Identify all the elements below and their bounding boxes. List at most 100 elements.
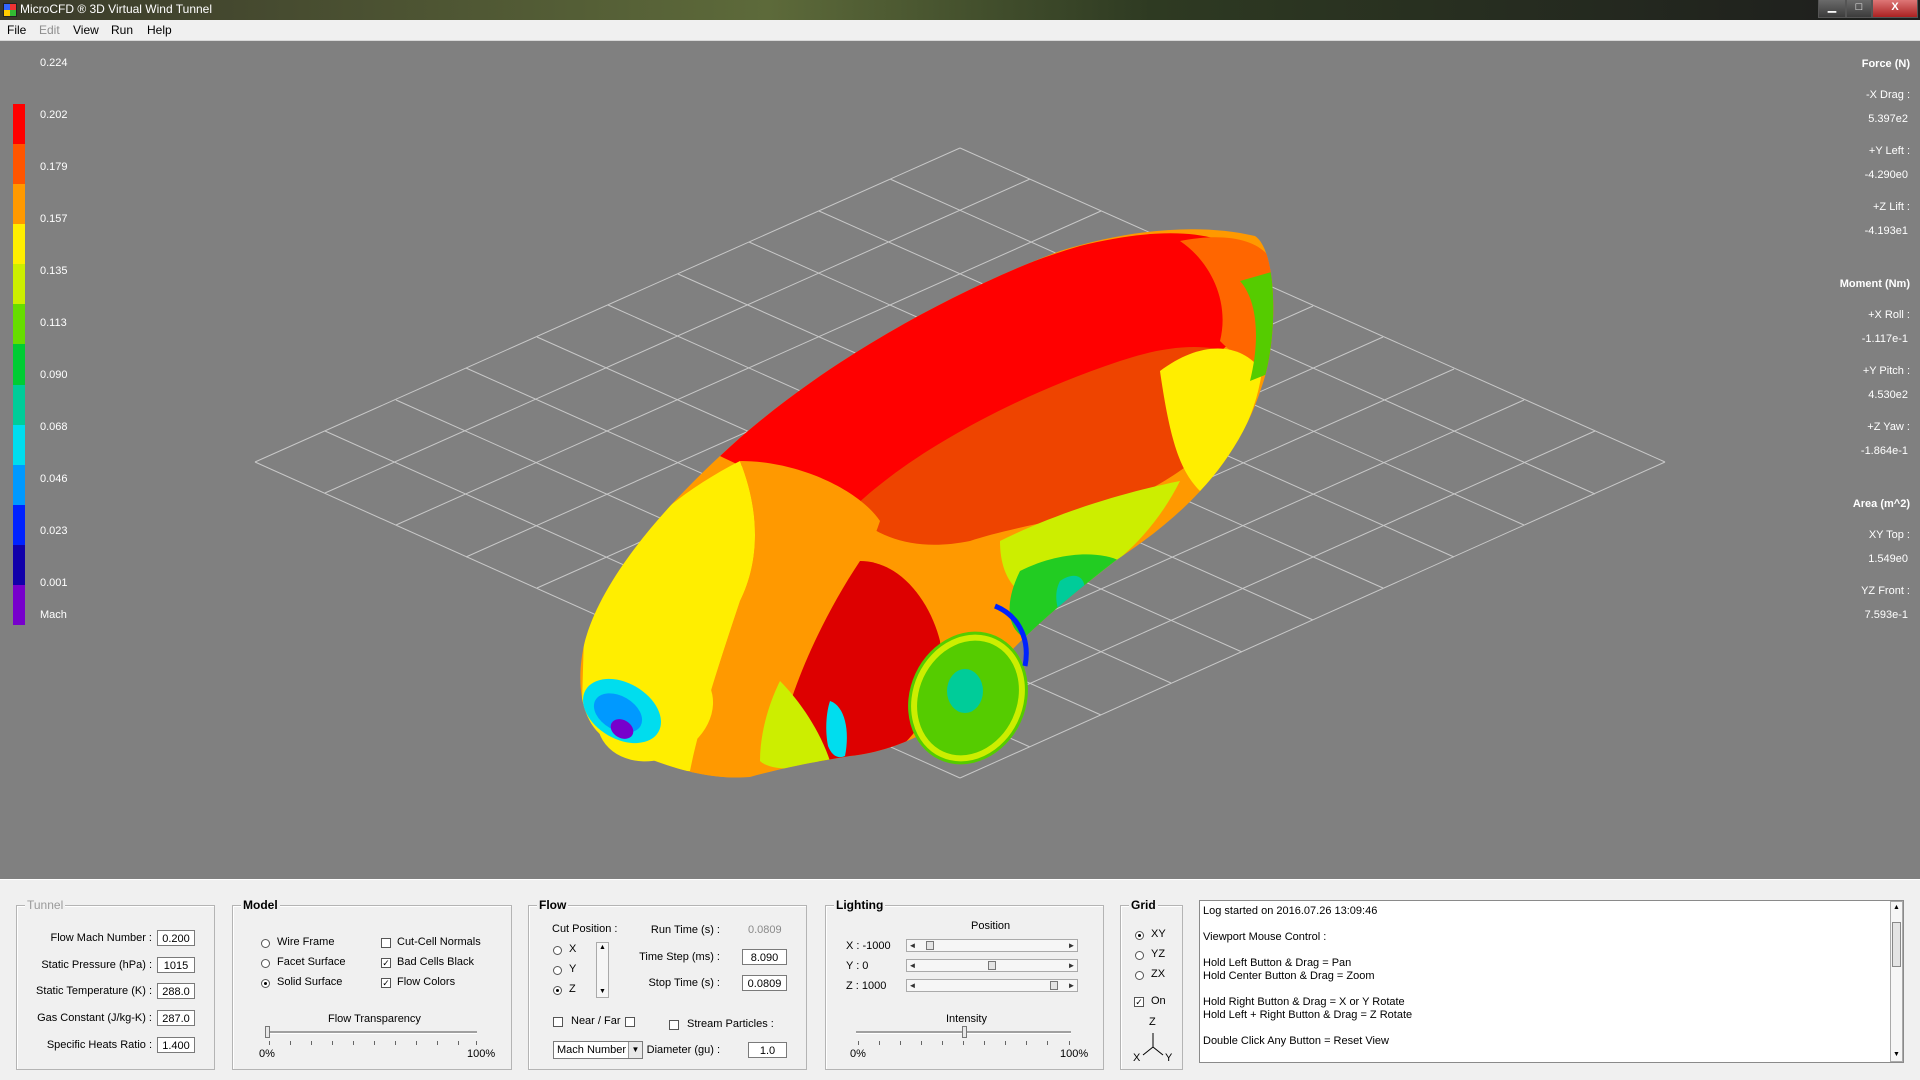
grid-on-checkbox[interactable]: ✓: [1134, 997, 1144, 1007]
minimize-button[interactable]: ▁: [1818, 0, 1846, 18]
log-panel[interactable]: Log started on 2016.07.26 13:09:46 Viewpo…: [1199, 900, 1904, 1063]
left-label: +Y Left :: [1868, 145, 1910, 157]
pressure-input[interactable]: 1015: [157, 957, 195, 973]
axis-z-label: Z: [1149, 1016, 1156, 1028]
log-line: Hold Left + Right Button & Drag = Z Rota…: [1203, 1009, 1413, 1021]
wire-frame-radio[interactable]: [261, 939, 270, 948]
cut-position-scroll[interactable]: ▲ ▼: [596, 942, 609, 998]
roll-label: +X Roll :: [1868, 309, 1910, 321]
intensity-min: 0%: [850, 1048, 866, 1060]
cut-z-radio[interactable]: [553, 986, 562, 995]
stop-time-input[interactable]: 0.0809: [742, 975, 787, 991]
light-y-scrollbar[interactable]: ◄ ►: [906, 959, 1078, 972]
drag-label: -X Drag :: [1865, 89, 1910, 101]
light-z-scrollbar[interactable]: ◄ ►: [906, 979, 1078, 992]
stream-particles-checkbox[interactable]: [669, 1020, 679, 1030]
menu-file[interactable]: File: [7, 23, 26, 37]
drag-value: 5.397e2: [1868, 113, 1908, 125]
menu-view[interactable]: View: [73, 23, 99, 37]
pitch-label: +Y Pitch :: [1862, 365, 1910, 377]
intensity-label: Intensity: [946, 1013, 987, 1025]
model-group: Model Wire Frame Facet Surface Solid Sur…: [232, 898, 512, 1070]
menu-help[interactable]: Help: [147, 23, 172, 37]
log-line: Hold Center Button & Drag = Zoom: [1203, 970, 1375, 982]
bad-cells-black-checkbox[interactable]: ✓: [381, 958, 391, 968]
grid-xy-radio[interactable]: [1135, 931, 1144, 940]
cut-up-arrow[interactable]: ▲: [597, 943, 608, 953]
heats-ratio-label: Specific Heats Ratio :: [46, 1039, 152, 1051]
3d-viewport[interactable]: 0.224 0.202 0.179 0.157 0.135 0.113 0.09…: [0, 41, 1920, 879]
stop-time-label: Stop Time (s) :: [648, 977, 720, 989]
time-step-input[interactable]: 8.090: [742, 949, 787, 965]
cut-cell-normals-checkbox[interactable]: [381, 938, 391, 948]
cut-down-arrow[interactable]: ▼: [597, 987, 608, 997]
window-controls: ▁ □ X: [1818, 0, 1918, 18]
legend-value: 0.023: [40, 525, 68, 537]
log-scrollbar[interactable]: ▲ ▼: [1890, 901, 1903, 1062]
vehicle-model[interactable]: [560, 211, 1280, 791]
grid-zx-radio[interactable]: [1135, 971, 1144, 980]
legend-swatch: [13, 424, 25, 465]
menu-run[interactable]: Run: [111, 23, 133, 37]
mach-color-scale: [13, 104, 25, 626]
light-z-thumb[interactable]: [1050, 981, 1059, 990]
light-y-right-arrow[interactable]: ►: [1066, 960, 1077, 971]
near-checkbox[interactable]: [553, 1017, 563, 1027]
rear-wheel-hub: [947, 669, 983, 713]
gas-constant-input[interactable]: 287.0: [157, 1010, 195, 1026]
cut-x-radio[interactable]: [553, 946, 562, 955]
grid-title: Grid: [1129, 898, 1158, 912]
light-y-left-arrow[interactable]: ◄: [907, 960, 918, 971]
force-title: Force (N): [1861, 58, 1910, 70]
diameter-input[interactable]: 1.0: [748, 1042, 787, 1058]
temperature-input[interactable]: 288.0: [157, 983, 195, 999]
temperature-label: Static Temperature (K) :: [36, 985, 152, 997]
area-title: Area (m^2): [1852, 498, 1910, 510]
grid-yz-radio[interactable]: [1135, 951, 1144, 960]
legend-value: 0.179: [40, 161, 68, 173]
light-x-right-arrow[interactable]: ►: [1066, 940, 1077, 951]
tunnel-title: Tunnel: [25, 898, 66, 912]
menu-edit[interactable]: Edit: [39, 23, 60, 37]
facet-surface-radio[interactable]: [261, 959, 270, 968]
light-y-thumb[interactable]: [988, 961, 996, 970]
intensity-slider-thumb[interactable]: [961, 1026, 967, 1038]
log-line: Double Click Any Button = Reset View: [1203, 1035, 1389, 1047]
pressure-label: Static Pressure (hPa) :: [41, 959, 152, 971]
transparency-slider-track[interactable]: [267, 1031, 477, 1034]
light-x-scrollbar[interactable]: ◄ ►: [906, 939, 1078, 952]
legend-value: 0.001: [40, 577, 68, 589]
wire-frame-label: Wire Frame: [277, 936, 335, 948]
legend-value: 0.068: [40, 421, 68, 433]
flow-variable-dropdown[interactable]: Mach Number ▼: [553, 1041, 643, 1059]
mach-input[interactable]: 0.200: [157, 930, 195, 946]
log-up-arrow[interactable]: ▲: [1891, 902, 1902, 914]
light-z-right-arrow[interactable]: ►: [1066, 980, 1077, 991]
legend-swatch: [13, 384, 25, 425]
light-z-left-arrow[interactable]: ◄: [907, 980, 918, 991]
solid-surface-radio[interactable]: [261, 979, 270, 988]
window-title: MicroCFD ® 3D Virtual Wind Tunnel: [20, 2, 213, 16]
chevron-down-icon[interactable]: ▼: [628, 1042, 642, 1058]
lighting-title: Lighting: [834, 898, 886, 912]
surface-rear-cyan: [1056, 575, 1085, 618]
transparency-slider-thumb[interactable]: [265, 1026, 270, 1038]
legend-value: 0.135: [40, 265, 68, 277]
legend-value: 0.157: [40, 213, 68, 225]
front-area-label: YZ Front :: [1861, 585, 1910, 597]
diameter-label: Diameter (gu) :: [646, 1044, 720, 1056]
close-button[interactable]: X: [1872, 0, 1918, 18]
log-scroll-thumb[interactable]: [1892, 922, 1901, 967]
flow-colors-checkbox[interactable]: ✓: [381, 978, 391, 988]
heats-ratio-input[interactable]: 1.400: [157, 1037, 195, 1053]
cut-y-radio[interactable]: [553, 966, 562, 975]
light-x-left-arrow[interactable]: ◄: [907, 940, 918, 951]
light-x-thumb[interactable]: [925, 941, 934, 950]
run-time-value: 0.0809: [748, 924, 782, 936]
time-step-label: Time Step (ms) :: [639, 951, 720, 963]
far-checkbox[interactable]: [625, 1017, 635, 1027]
viewport-canvas[interactable]: [0, 41, 1920, 879]
log-down-arrow[interactable]: ▼: [1891, 1049, 1902, 1061]
legend-value: 0.046: [40, 473, 68, 485]
maximize-button[interactable]: □: [1846, 0, 1872, 18]
